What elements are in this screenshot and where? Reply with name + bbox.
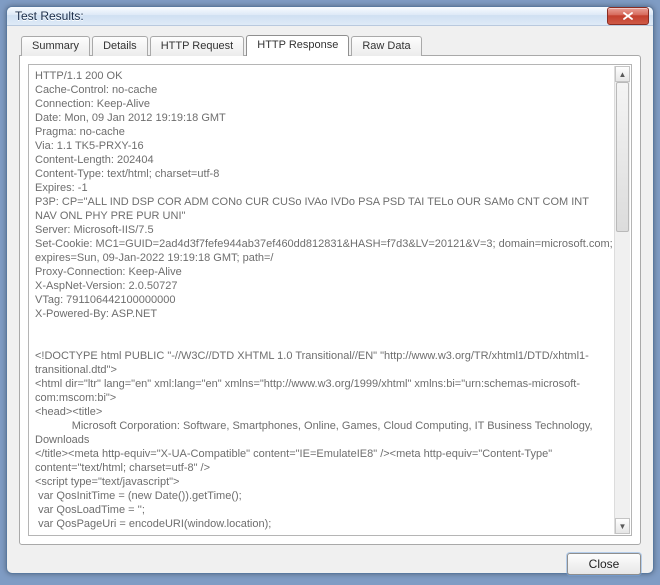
tab-label: HTTP Response (257, 39, 338, 51)
tab-label: Raw Data (362, 40, 410, 52)
tab-label: Summary (32, 40, 79, 52)
tab-raw-data[interactable]: Raw Data (351, 36, 421, 56)
vertical-scrollbar[interactable]: ▲ ▼ (614, 66, 630, 534)
scroll-thumb[interactable] (616, 82, 629, 232)
response-body-text: HTTP/1.1 200 OK Cache-Control: no-cache … (35, 69, 613, 531)
window-close-button[interactable] (607, 7, 649, 25)
close-button[interactable]: Close (567, 553, 641, 575)
tab-label: HTTP Request (161, 40, 234, 52)
triangle-up-icon: ▲ (619, 70, 627, 79)
scroll-track[interactable] (615, 82, 630, 518)
tab-summary[interactable]: Summary (21, 36, 90, 56)
scroll-up-button[interactable]: ▲ (615, 66, 630, 82)
tab-label: Details (103, 40, 137, 52)
tab-http-request[interactable]: HTTP Request (150, 36, 245, 56)
window-title: Test Results: (15, 9, 607, 23)
tab-panel: HTTP/1.1 200 OK Cache-Control: no-cache … (19, 55, 641, 545)
tab-details[interactable]: Details (92, 36, 148, 56)
scroll-down-button[interactable]: ▼ (615, 518, 630, 534)
client-area: Summary Details HTTP Request HTTP Respon… (7, 26, 653, 585)
close-icon (623, 12, 633, 20)
response-textbox[interactable]: HTTP/1.1 200 OK Cache-Control: no-cache … (28, 64, 632, 536)
triangle-down-icon: ▼ (619, 522, 627, 531)
tabstrip: Summary Details HTTP Request HTTP Respon… (19, 34, 641, 55)
dialog-footer: Close (19, 545, 641, 575)
dialog-window: Test Results: Summary Details HTTP Reque… (6, 6, 654, 574)
button-label: Close (589, 557, 620, 571)
titlebar[interactable]: Test Results: (7, 7, 653, 26)
tab-http-response[interactable]: HTTP Response (246, 35, 349, 56)
